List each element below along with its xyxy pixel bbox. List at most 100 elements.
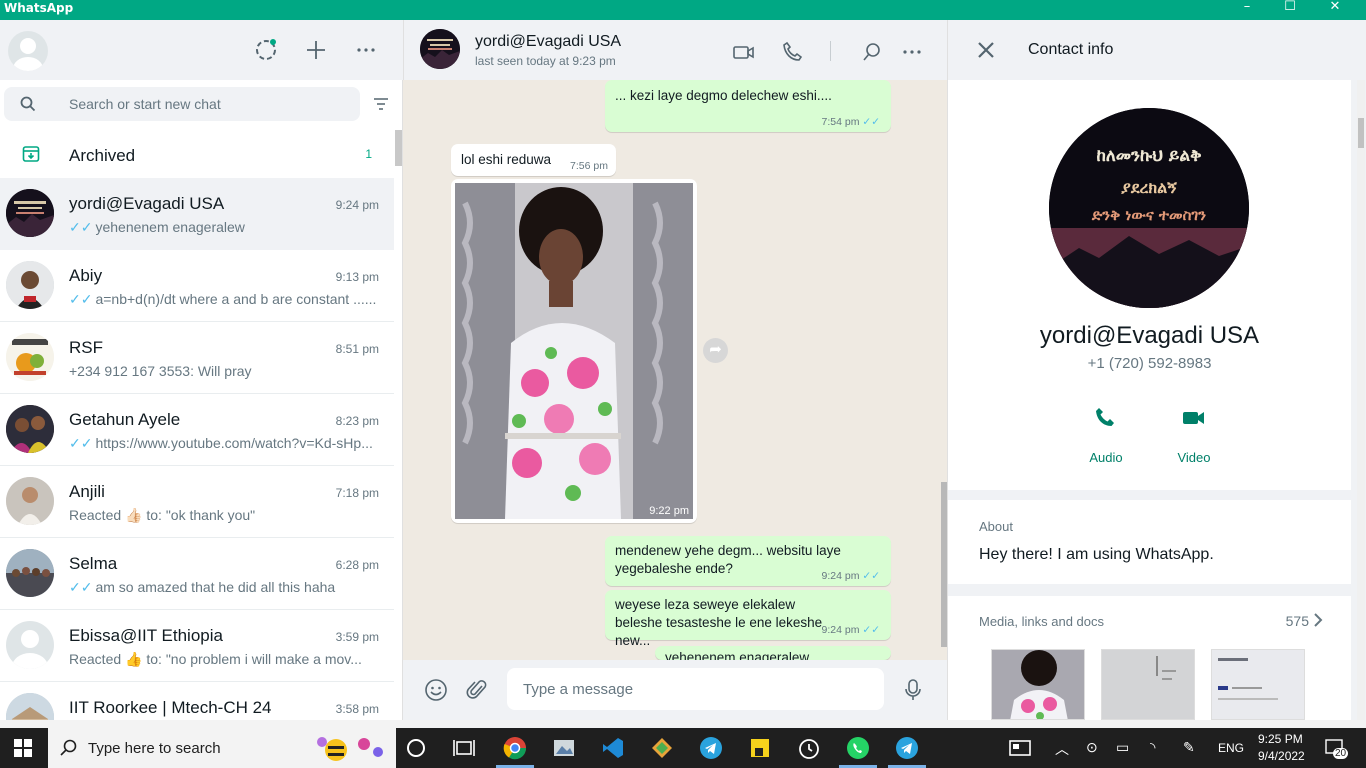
search-placeholder: Search or start new chat [69, 96, 221, 112]
avatar-text-line: ያደረክልኝ [1121, 178, 1177, 197]
cortana-icon[interactable] [404, 736, 428, 760]
windows-start-icon[interactable] [14, 739, 32, 762]
message-outgoing[interactable]: mendenew yehe degm... websitu laye yegeb… [605, 536, 891, 586]
minimize-button[interactable]: – [1224, 0, 1270, 20]
bottom-strip [0, 720, 1366, 728]
news-widget-icon[interactable] [1008, 736, 1032, 760]
attach-icon[interactable] [465, 678, 489, 702]
archived-row[interactable]: Archived 1 [0, 130, 394, 178]
chrome-icon[interactable] [503, 736, 527, 760]
image-viewer-icon[interactable] [552, 736, 576, 760]
media-card[interactable]: Media, links and docs 575 [948, 596, 1351, 720]
contact-large-avatar[interactable]: ከለመንኩህ ይልቅ ያደረክልኝ ድንቅ ነውና ተመስገን [1049, 108, 1249, 308]
chat-list-scrollbar[interactable] [395, 130, 402, 166]
close-button[interactable]: ✕ [1312, 0, 1358, 20]
message-outgoing[interactable]: ... kezi laye degmo delechew eshi.... 7:… [605, 80, 891, 132]
message-outgoing[interactable]: weyese leza seweye elekalew beleshe tesa… [605, 590, 891, 648]
search-messages-icon[interactable] [860, 40, 884, 64]
camera-tray-icon[interactable]: ⊙ [1086, 739, 1098, 756]
language-indicator[interactable]: ENG [1218, 741, 1244, 755]
chat-item-ebissa[interactable]: Ebissa@IIT Ethiopia 3:59 pm Reacted 👍 to… [0, 610, 394, 682]
chat-item-yordi[interactable]: yordi@Evagadi USA 9:24 pm ✓✓ yehenenem en… [0, 178, 394, 250]
battery-icon[interactable]: ▭ [1116, 739, 1129, 756]
notification-count: 20 [1333, 748, 1349, 759]
menu-icon[interactable] [353, 37, 379, 63]
video-call-icon[interactable] [732, 40, 756, 64]
about-card: About Hey there! I am using WhatsApp. [948, 500, 1351, 584]
photo-message[interactable]: 9:22 pm [451, 179, 697, 523]
sticky-notes-icon[interactable] [748, 736, 772, 760]
contact-summary-card: ከለመንኩህ ይልቅ ያደረክልኝ ድንቅ ነውና ተመስገን yordi@Ev… [948, 80, 1351, 490]
media-thumbnail[interactable] [1211, 649, 1305, 720]
clock-date[interactable]: 9/4/2022 [1258, 749, 1305, 763]
chat-time: 3:58 pm [335, 702, 379, 716]
my-avatar[interactable] [8, 31, 48, 71]
whatsapp-taskbar-icon[interactable] [846, 736, 870, 760]
photo-image [455, 183, 693, 519]
search-input[interactable]: Search or start new chat [4, 87, 360, 121]
avatar [6, 405, 54, 453]
chat-last-message: ✓✓ a=nb+d(n)/dt where a and b are constan… [69, 291, 379, 308]
microphone-icon[interactable] [901, 678, 925, 702]
chat-time: 7:18 pm [335, 486, 379, 500]
chat-item-anjili[interactable]: Anjili 7:18 pm Reacted 👍🏻 to: "ok thank … [0, 466, 394, 538]
search-icon [20, 96, 36, 117]
message-input[interactable]: Type a message [507, 668, 884, 710]
message-text: weyese leza seweye elekalew beleshe tesa… [615, 597, 823, 648]
about-text: Hey there! I am using WhatsApp. [979, 546, 1214, 563]
message-input-placeholder: Type a message [523, 681, 634, 698]
conversation-menu-icon[interactable] [900, 40, 924, 64]
vscode-icon[interactable] [601, 736, 625, 760]
clock-time[interactable]: 9:25 PM [1258, 732, 1303, 746]
chat-time: 3:59 pm [335, 630, 379, 644]
media-thumbnail[interactable] [1101, 649, 1195, 720]
alarm-clock-icon[interactable] [797, 736, 821, 760]
avatar [6, 261, 54, 309]
contact-info-scrollbar[interactable] [1357, 80, 1365, 720]
chat-item-rsf[interactable]: RSF 8:51 pm +234 912 167 3553: Will pray [0, 322, 394, 394]
phone-icon [1094, 406, 1118, 435]
media-thumbnail[interactable] [991, 649, 1085, 720]
message-outgoing[interactable]: yehenenem enageralew [655, 646, 891, 660]
chat-item-selma[interactable]: Selma 6:28 pm ✓✓ am so amazed that he did… [0, 538, 394, 610]
chat-last-message: ✓✓ https://www.youtube.com/watch?v=Kd-sHp… [69, 435, 379, 452]
pen-icon[interactable]: ✎ [1183, 739, 1195, 756]
chat-item-abiy[interactable]: Abiy 9:13 pm ✓✓ a=nb+d(n)/dt where a and … [0, 250, 394, 322]
message-incoming[interactable]: lol eshi reduwa 7:56 pm [451, 144, 616, 176]
new-chat-icon[interactable] [303, 37, 329, 63]
contact-name: yordi@Evagadi USA [475, 33, 622, 50]
emoji-icon[interactable] [424, 678, 448, 702]
status-icon[interactable] [253, 37, 279, 63]
taskbar-search-input[interactable]: Type here to search [48, 728, 396, 768]
message-text: ... kezi laye degmo delechew eshi.... [615, 88, 832, 103]
telegram-icon[interactable] [699, 736, 723, 760]
conversation-header[interactable]: yordi@Evagadi USA last seen today at 9:2… [403, 20, 947, 80]
read-ticks-icon: ✓✓ [69, 435, 93, 451]
archived-label: Archived [69, 146, 136, 165]
message-time: 7:56 pm [570, 160, 608, 172]
close-contact-info-icon[interactable] [976, 40, 996, 60]
avatar [6, 477, 54, 525]
forward-icon[interactable]: ➦ [703, 338, 728, 363]
voice-call-icon[interactable] [781, 40, 805, 64]
telegram-desktop-icon[interactable] [895, 736, 919, 760]
window-title: WhatsApp [4, 1, 74, 15]
chat-name: Ebissa@IIT Ethiopia [69, 626, 223, 645]
chat-last-message: ✓✓ yehenenem enageralew [69, 219, 379, 236]
chat-name: IIT Roorkee | Mtech-CH 24 [69, 698, 272, 717]
audio-label: Audio [1089, 450, 1123, 465]
wifi-icon[interactable]: ◝ [1150, 739, 1155, 756]
task-view-icon[interactable] [452, 736, 476, 760]
archived-count: 1 [365, 147, 372, 161]
taskbar: Type here to search ︿ ⊙ ▭ ◝ ✎ ENG 9:25 P… [0, 728, 1366, 768]
file-app-icon[interactable] [650, 736, 674, 760]
filter-icon[interactable] [372, 96, 390, 117]
contact-avatar[interactable] [420, 29, 460, 69]
scrollbar-thumb[interactable] [1358, 118, 1364, 148]
last-seen-status: last seen today at 9:23 pm [475, 54, 616, 68]
last-message-text: https://www.youtube.com/watch?v=Kd-sHp..… [95, 435, 373, 451]
chat-item-getahun[interactable]: Getahun Ayele 8:23 pm ✓✓ https://www.yout… [0, 394, 394, 466]
maximize-button[interactable]: ☐ [1267, 0, 1313, 20]
tray-chevron-icon[interactable]: ︿ [1055, 739, 1069, 759]
contact-info-title: Contact info [1028, 41, 1114, 58]
